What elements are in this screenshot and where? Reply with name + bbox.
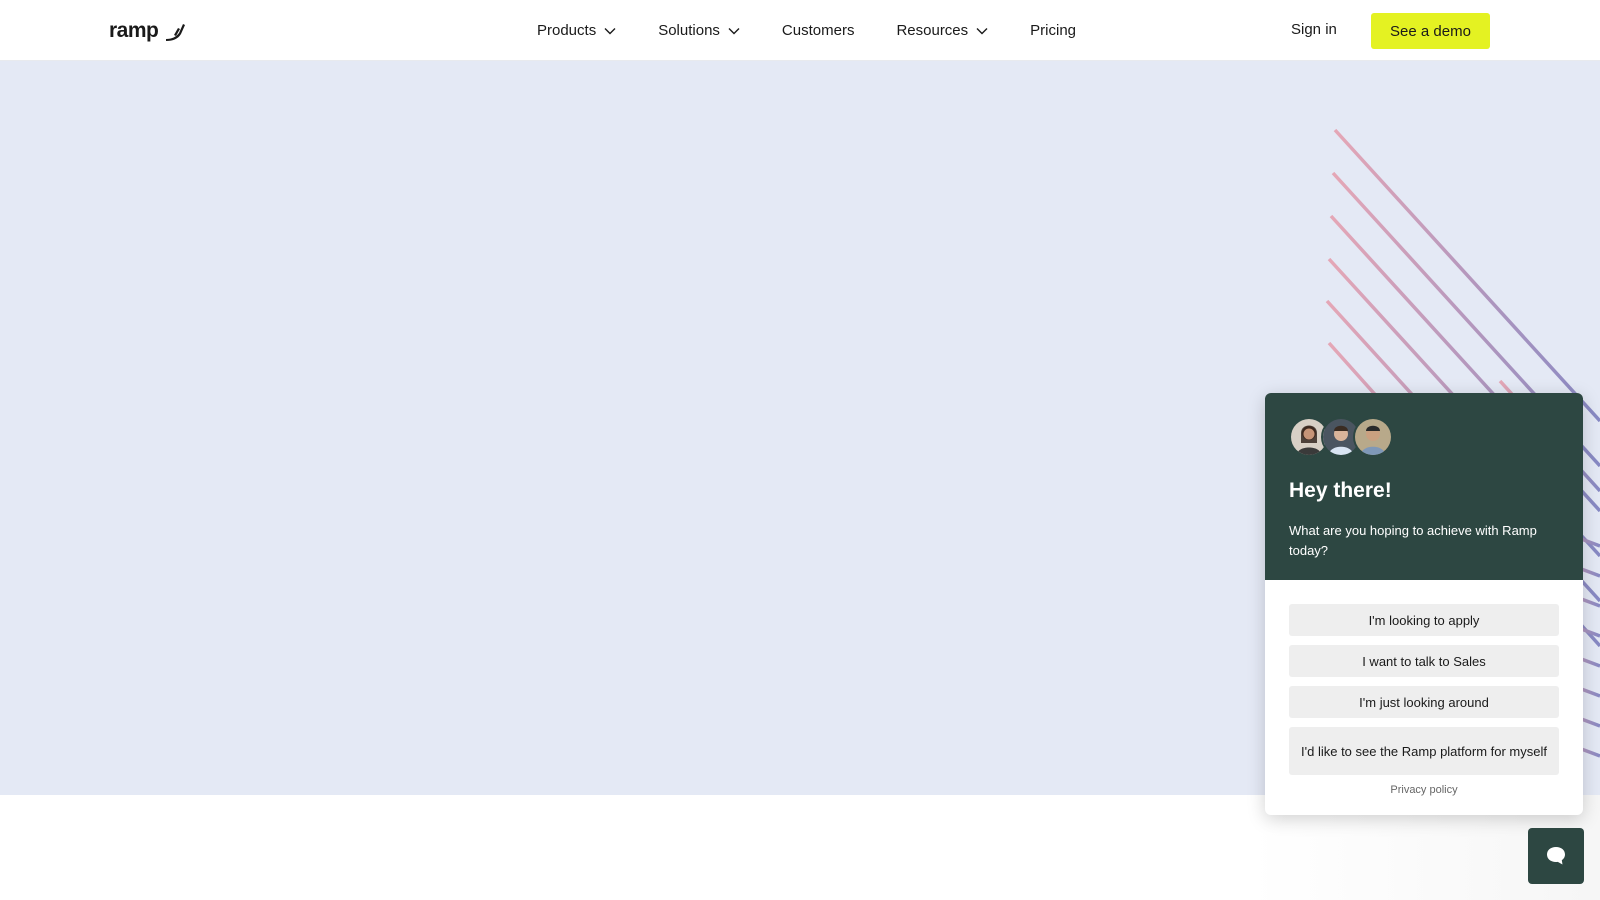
chat-launcher-button[interactable] xyxy=(1528,828,1584,884)
option-see-platform-button[interactable]: I'd like to see the Ramp platform for my… xyxy=(1289,727,1559,775)
nav-solutions-label: Solutions xyxy=(658,22,720,39)
chat-subtitle: What are you hoping to achieve with Ramp… xyxy=(1289,523,1537,558)
chevron-down-icon xyxy=(976,27,988,34)
chat-options: I'm looking to apply I want to talk to S… xyxy=(1265,580,1583,796)
privacy-policy-link[interactable]: Privacy policy xyxy=(1289,784,1559,796)
ramp-logo[interactable]: ramp xyxy=(109,19,186,43)
nav-pricing-label: Pricing xyxy=(1030,22,1077,39)
option-talk-sales-button[interactable]: I want to talk to Sales xyxy=(1289,645,1559,677)
nav-customers[interactable]: Customers xyxy=(782,22,855,39)
nav-resources-label: Resources xyxy=(896,22,969,39)
logo-text: ramp xyxy=(109,19,159,42)
chevron-down-icon xyxy=(728,27,740,34)
top-navbar: ramp Products Solutions Customers Resour… xyxy=(0,0,1600,61)
nav-pricing[interactable]: Pricing xyxy=(1030,22,1076,39)
chat-bubble-icon xyxy=(1547,847,1565,865)
see-demo-button[interactable]: See a demo xyxy=(1371,13,1490,49)
nav-products-label: Products xyxy=(537,22,597,39)
agent-avatars xyxy=(1289,417,1559,457)
chevron-down-icon xyxy=(604,27,616,34)
chat-header: Hey there! What are you hoping to achiev… xyxy=(1265,393,1583,580)
nav-solutions[interactable]: Solutions xyxy=(658,22,740,39)
avatar xyxy=(1353,417,1393,457)
sign-in-link[interactable]: Sign in xyxy=(1291,21,1337,38)
primary-nav: Products Solutions Customers Resources P… xyxy=(537,0,1118,61)
nav-resources[interactable]: Resources xyxy=(896,22,988,39)
nav-products[interactable]: Products xyxy=(537,22,616,39)
option-apply-button[interactable]: I'm looking to apply xyxy=(1289,604,1559,636)
nav-customers-label: Customers xyxy=(781,22,855,39)
chat-widget-panel: Hey there! What are you hoping to achiev… xyxy=(1265,393,1583,815)
option-looking-around-button[interactable]: I'm just looking around xyxy=(1289,686,1559,718)
ramp-logo-mark-icon xyxy=(166,24,186,41)
chat-title: Hey there! xyxy=(1289,479,1392,502)
